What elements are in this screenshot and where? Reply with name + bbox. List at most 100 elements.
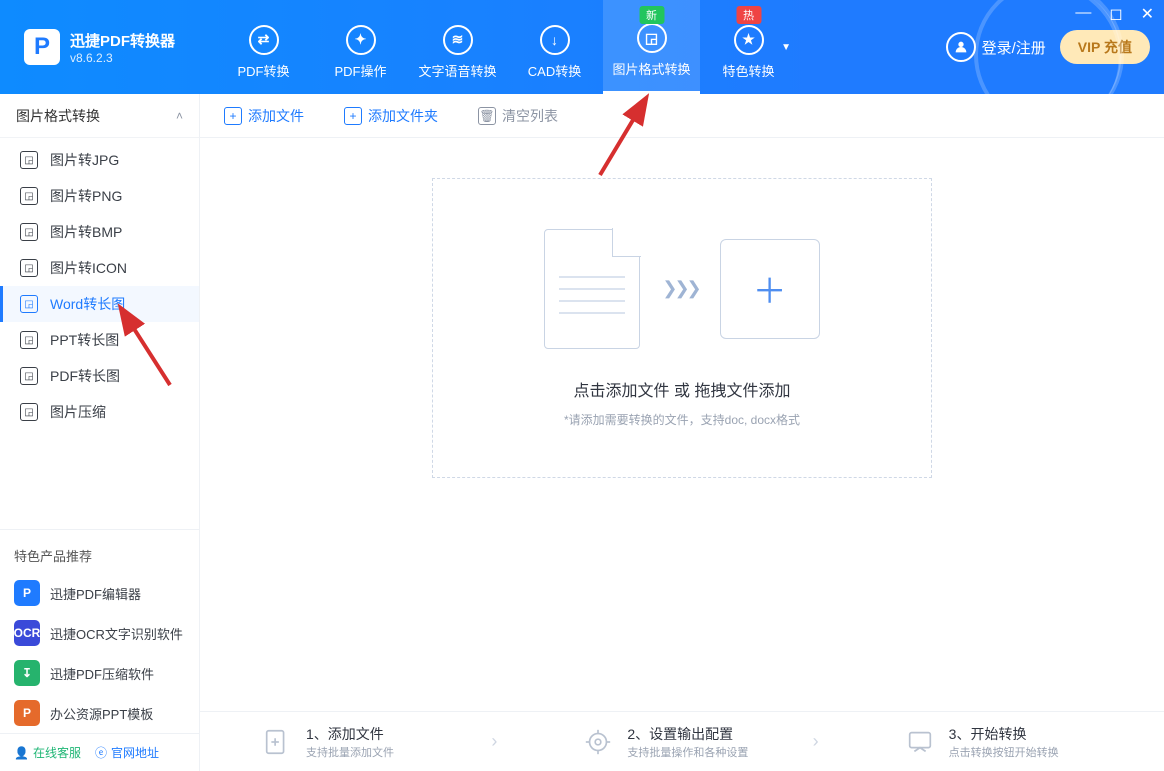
- sidebar-item-label: PPT转长图: [50, 330, 119, 350]
- step-title: 3、开始转换: [949, 724, 1059, 744]
- step-1: 1、添加文件 支持批量添加文件 ›: [200, 724, 521, 760]
- nav-icon: ★: [734, 25, 764, 55]
- sidebar-item-4[interactable]: ◲ Word转长图: [0, 286, 199, 322]
- nav-label: 特色转换: [722, 61, 774, 80]
- globe-icon: ⓔ: [95, 744, 107, 761]
- format-icon: ◲: [20, 223, 38, 241]
- reco-label: 办公资源PPT模板: [50, 704, 153, 723]
- chevron-right-icon: ›: [491, 731, 497, 752]
- app-header: — ◻ ✕ P 迅捷PDF转换器 v8.6.2.3 ⇄ PDF转换 ✦PDF操作≋文…: [0, 0, 1164, 94]
- sidebar-category-label: 图片格式转换: [16, 106, 100, 126]
- chevron-up-icon: ˄: [176, 109, 183, 123]
- window-controls: — ◻ ✕: [1075, 4, 1154, 24]
- dropzone-title: 点击添加文件 或 拖拽文件添加: [574, 377, 791, 401]
- add-folder-button[interactable]: + 添加文件夹: [344, 106, 438, 126]
- reco-item-3[interactable]: P 办公资源PPT模板: [0, 693, 199, 733]
- nav-icon: ◲: [637, 23, 667, 53]
- nav-icon: ⇄: [249, 25, 279, 55]
- folder-plus-icon: +: [344, 107, 362, 125]
- nav-icon: ↓: [540, 25, 570, 55]
- step-2: 2、设置输出配置 支持批量操作和各种设置 ›: [521, 724, 842, 760]
- reco-label: 迅捷PDF编辑器: [50, 584, 141, 603]
- sidebar-item-6[interactable]: ◲ PDF转长图: [0, 358, 199, 394]
- badge: 新: [639, 6, 664, 24]
- nav-tab-0[interactable]: ⇄ PDF转换: [215, 0, 312, 94]
- sidebar-item-2[interactable]: ◲ 图片转BMP: [0, 214, 199, 250]
- action-toolbar: + 添加文件 + 添加文件夹 🗑 清空列表: [200, 94, 1164, 138]
- step-icon: [581, 725, 615, 759]
- arrows-icon: ❯ ❯ ❯: [662, 278, 697, 299]
- step-title: 2、设置输出配置: [627, 724, 748, 744]
- official-site-link[interactable]: ⓔ 官网地址: [95, 744, 159, 761]
- clear-list-button[interactable]: 🗑 清空列表: [478, 106, 558, 126]
- app-title: 迅捷PDF转换器: [70, 30, 175, 51]
- reco-item-2[interactable]: ↧ 迅捷PDF压缩软件: [0, 653, 199, 693]
- nav-icon: ≋: [443, 25, 473, 55]
- badge: 热: [736, 6, 761, 24]
- nav-tab-1[interactable]: ✦PDF操作: [312, 0, 409, 94]
- dropzone-illustration: ❯ ❯ ❯ ＋: [544, 229, 819, 349]
- sidebar-item-label: PDF转长图: [50, 366, 120, 386]
- sidebar-item-5[interactable]: ◲ PPT转长图: [0, 322, 199, 358]
- sidebar-item-label: 图片转ICON: [50, 258, 127, 278]
- minimize-button[interactable]: —: [1075, 4, 1091, 24]
- maximize-button[interactable]: ◻: [1109, 4, 1122, 24]
- format-icon: ◲: [20, 259, 38, 277]
- nav-label: PDF转换: [237, 61, 289, 80]
- file-dropzone[interactable]: ❯ ❯ ❯ ＋ 点击添加文件 或 拖拽文件添加 *请添加需要转换的文件，支持do…: [432, 178, 932, 478]
- logo-icon: P: [24, 29, 60, 65]
- nav-tab-5[interactable]: 热★特色转换▼: [700, 0, 797, 94]
- reco-item-1[interactable]: OCR 迅捷OCR文字识别软件: [0, 613, 199, 653]
- sidebar-item-1[interactable]: ◲ 图片转PNG: [0, 178, 199, 214]
- steps-bar: 1、添加文件 支持批量添加文件 › 2、设置输出配置 支持批量操作和各种设置 ›…: [200, 711, 1164, 771]
- sidebar-item-label: 图片压缩: [50, 402, 106, 422]
- plus-icon: +: [224, 107, 242, 125]
- app-version: v8.6.2.3: [70, 51, 175, 65]
- step-subtitle: 支持批量操作和各种设置: [627, 744, 748, 760]
- nav-tab-2[interactable]: ≋文字语音转换: [409, 0, 506, 94]
- sidebar-item-0[interactable]: ◲ 图片转JPG: [0, 142, 199, 178]
- reco-icon: ↧: [14, 660, 40, 686]
- reco-item-0[interactable]: P 迅捷PDF编辑器: [0, 573, 199, 613]
- nav-label: CAD转换: [528, 61, 581, 80]
- trash-icon: 🗑: [478, 107, 496, 125]
- main-nav: ⇄PDF转换✦PDF操作≋文字语音转换↓CAD转换新◲图片格式转换热★特色转换▼: [215, 0, 797, 94]
- sidebar: 图片格式转换 ˄ ◲ 图片转JPG◲ 图片转PNG◲ 图片转BMP◲ 图片转IC…: [0, 94, 200, 771]
- sidebar-item-3[interactable]: ◲ 图片转ICON: [0, 250, 199, 286]
- sidebar-item-label: Word转长图: [50, 294, 125, 314]
- sidebar-item-label: 图片转JPG: [50, 150, 119, 170]
- add-file-label: 添加文件: [248, 106, 304, 126]
- nav-tab-3[interactable]: ↓ CAD转换: [506, 0, 603, 94]
- close-button[interactable]: ✕: [1141, 4, 1154, 24]
- step-subtitle: 点击转换按钮开始转换: [949, 744, 1059, 760]
- format-icon: ◲: [20, 331, 38, 349]
- sidebar-item-7[interactable]: ◲ 图片压缩: [0, 394, 199, 430]
- reco-icon: OCR: [14, 620, 40, 646]
- document-icon: [544, 229, 640, 349]
- sidebar-reco-title: 特色产品推荐: [0, 540, 199, 573]
- step-3: 3、开始转换 点击转换按钮开始转换: [843, 724, 1164, 760]
- app-logo: P 迅捷PDF转换器 v8.6.2.3: [0, 29, 215, 65]
- sidebar-item-label: 图片转PNG: [50, 186, 122, 206]
- main-content: ❯ ❯ ❯ ＋ 点击添加文件 或 拖拽文件添加 *请添加需要转换的文件，支持do…: [200, 138, 1164, 711]
- clear-list-label: 清空列表: [502, 106, 558, 126]
- sidebar-item-label: 图片转BMP: [50, 222, 122, 242]
- customer-service-link[interactable]: 👤 在线客服: [14, 744, 81, 761]
- format-icon: ◲: [20, 295, 38, 313]
- headset-icon: 👤: [14, 746, 29, 760]
- reco-label: 迅捷PDF压缩软件: [50, 664, 154, 683]
- step-icon: [903, 725, 937, 759]
- step-icon: [260, 725, 294, 759]
- sidebar-list: ◲ 图片转JPG◲ 图片转PNG◲ 图片转BMP◲ 图片转ICON◲ Word转…: [0, 138, 199, 434]
- format-icon: ◲: [20, 403, 38, 421]
- reco-icon: P: [14, 580, 40, 606]
- user-icon: [946, 32, 976, 62]
- nav-tab-4[interactable]: 新◲ 图片格式转换: [603, 0, 700, 94]
- sidebar-bottom-links: 👤 在线客服 ⓔ 官网地址: [0, 733, 199, 771]
- nav-label: 图片格式转换: [612, 59, 690, 78]
- add-file-button[interactable]: + 添加文件: [224, 106, 304, 126]
- format-icon: ◲: [20, 367, 38, 385]
- format-icon: ◲: [20, 187, 38, 205]
- sidebar-category-header[interactable]: 图片格式转换 ˄: [0, 94, 199, 138]
- step-title: 1、添加文件: [306, 724, 394, 744]
